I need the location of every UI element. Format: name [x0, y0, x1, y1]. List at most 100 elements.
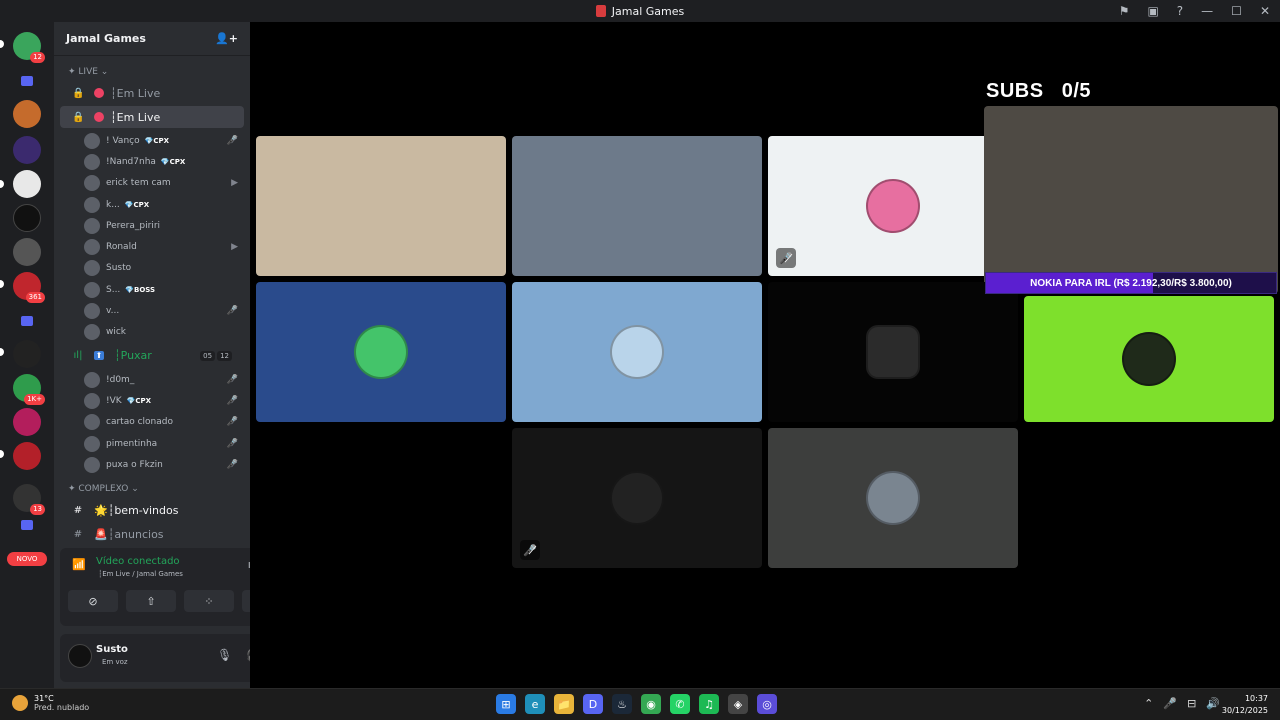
signal-icon[interactable]: 📶 — [72, 558, 86, 571]
voice-member[interactable]: Perera_piriri — [54, 215, 250, 236]
folder-icon[interactable] — [21, 316, 33, 326]
video-tile[interactable] — [1024, 296, 1274, 422]
mention-badge: 12 — [30, 52, 45, 63]
channel-label: ┆Em Live — [110, 110, 161, 124]
member-role-tag: 💎CPX — [126, 396, 152, 405]
app-icon[interactable]: ◈ — [728, 694, 748, 714]
activities-button[interactable]: ⁘ — [184, 590, 234, 612]
inbox-icon[interactable]: ⚑ — [1119, 4, 1130, 18]
member-avatar — [84, 303, 100, 320]
video-tile[interactable] — [256, 136, 506, 276]
discord-icon[interactable]: D — [583, 694, 603, 714]
voice-location[interactable]: ┆Em Live / Jamal Games — [98, 570, 183, 578]
weather-widget[interactable]: 31°C Pred. nublado — [12, 694, 89, 712]
voice-member[interactable]: !Nand7nha 💎CPX — [54, 151, 250, 172]
maximize-button[interactable]: ☐ — [1231, 4, 1242, 18]
participant-avatar — [610, 471, 664, 525]
stream-tile[interactable] — [984, 106, 1278, 294]
voice-channel-active[interactable]: 🔒 ┆Em Live — [60, 106, 244, 128]
user-status: Em voz — [102, 658, 128, 666]
server-logo-icon — [595, 5, 606, 17]
edge-icon[interactable]: e — [525, 694, 545, 714]
voice-member[interactable]: Ronald ▶ — [54, 236, 250, 257]
member-role-tag: 💎CPX — [144, 136, 169, 145]
voice-member[interactable]: Susto — [54, 258, 250, 279]
microphone-icon[interactable]: 🎙 — [217, 648, 232, 662]
window-title: Jamal Games — [611, 4, 685, 18]
voice-member[interactable]: v... 🎤̸ — [54, 300, 250, 321]
new-badge[interactable]: NOVO — [7, 552, 47, 566]
video-tile[interactable]: 🎤̸ — [768, 136, 1018, 276]
camera-toggle-button[interactable]: ⊘ — [68, 590, 118, 612]
microphone-icon[interactable]: 🎤 — [1163, 697, 1177, 710]
voice-member[interactable]: pimentinha 🎤̸ — [54, 433, 250, 454]
close-button[interactable]: ✕ — [1260, 4, 1270, 18]
category-complexo[interactable]: ✦ COMPLEXO ⌄ — [54, 481, 250, 497]
voice-member[interactable]: !d0m_ 🎤̸ — [54, 369, 250, 390]
goal-progress-bar: NOKIA PARA IRL (R$ 2.192,30/R$ 3.800,00) — [985, 272, 1277, 294]
text-channel[interactable]: # 🌟┆bem-vindos — [60, 499, 244, 521]
server-icon[interactable]: 361 — [13, 272, 45, 303]
member-status-icon: 🎤̸ — [226, 417, 238, 428]
voice-member[interactable]: k... 💎CPX — [54, 194, 250, 215]
voice-channel[interactable]: 🔒 ┆Em Live — [60, 82, 244, 104]
server-icon[interactable] — [13, 442, 41, 470]
server-icon[interactable] — [13, 204, 41, 232]
server-icon[interactable]: 1K+ — [13, 374, 45, 405]
server-icon[interactable]: 12 — [13, 32, 45, 63]
folder-icon[interactable] — [21, 76, 33, 86]
voice-member[interactable]: puxa o Fkzin 🎤̸ — [54, 454, 250, 475]
minimize-button[interactable]: — — [1201, 4, 1213, 18]
screen-icon[interactable]: ▣ — [1147, 4, 1158, 18]
server-icon[interactable] — [13, 238, 41, 266]
video-tile[interactable] — [768, 428, 1018, 568]
voice-member[interactable]: cartao clonado 🎤̸ — [54, 412, 250, 433]
chevron-up-icon[interactable]: ⌃ — [1144, 697, 1153, 710]
user-name[interactable]: Susto — [96, 644, 128, 655]
voice-member[interactable]: ! Vanço 💎CPX 🎤̸ — [54, 130, 250, 151]
user-count: 05 12 — [200, 350, 232, 361]
video-tile[interactable] — [512, 282, 762, 422]
browser-icon[interactable]: ◎ — [757, 694, 777, 714]
help-icon[interactable]: ? — [1177, 4, 1183, 18]
server-icon[interactable] — [13, 100, 41, 128]
voice-member[interactable]: S... 💎BOSS — [54, 279, 250, 300]
clock[interactable]: 10:37 30/12/2025 — [1222, 693, 1268, 717]
voice-member[interactable]: erick tem cam ▶ — [54, 173, 250, 194]
unread-pip — [0, 450, 4, 458]
server-icon[interactable] — [13, 136, 41, 164]
network-icon[interactable]: ⊟ — [1187, 697, 1196, 710]
video-tile[interactable] — [256, 282, 506, 422]
video-tile[interactable] — [512, 136, 762, 276]
server-icon[interactable] — [13, 408, 41, 436]
voice-status[interactable]: Vídeo conectado — [96, 556, 180, 567]
chrome-icon[interactable]: ◉ — [641, 694, 661, 714]
spotify-icon[interactable]: ♫ — [699, 694, 719, 714]
server-icon[interactable] — [13, 170, 41, 198]
start-icon[interactable]: ⊞ — [496, 694, 516, 714]
member-avatar — [84, 217, 100, 234]
member-status-icon: 🎤̸ — [226, 306, 238, 317]
server-header[interactable]: Jamal Games 👤+ — [54, 22, 250, 56]
server-icon[interactable]: 13 — [13, 484, 45, 515]
video-tile[interactable] — [768, 282, 1018, 422]
category-live[interactable]: ✦ LIVE ⌄ — [54, 64, 250, 80]
voice-channel-puxar[interactable]: ıl| ⬆ ┆Puxar 05 12 — [60, 345, 244, 367]
whatsapp-icon[interactable]: ✆ — [670, 694, 690, 714]
participant-avatar — [1122, 332, 1176, 386]
add-member-icon[interactable]: 👤+ — [215, 32, 238, 45]
member-name: S... — [106, 284, 121, 295]
video-tile[interactable]: 🎤̸ — [512, 428, 762, 568]
text-channel[interactable]: # 🚨┆anuncios — [60, 523, 244, 545]
volume-icon[interactable]: 🔊 — [1206, 697, 1220, 710]
member-name: v... — [106, 306, 120, 317]
member-avatar — [84, 132, 100, 149]
user-avatar[interactable] — [68, 644, 92, 668]
voice-member[interactable]: wick — [54, 322, 250, 343]
screen-share-button[interactable]: ⇧ — [126, 590, 176, 612]
folder-icon[interactable] — [21, 520, 33, 530]
folder-icon[interactable]: 📁 — [554, 694, 574, 714]
voice-member[interactable]: !VK 💎CPX 🎤̸ — [54, 390, 250, 411]
server-icon[interactable] — [13, 340, 41, 368]
steam-icon[interactable]: ♨ — [612, 694, 632, 714]
